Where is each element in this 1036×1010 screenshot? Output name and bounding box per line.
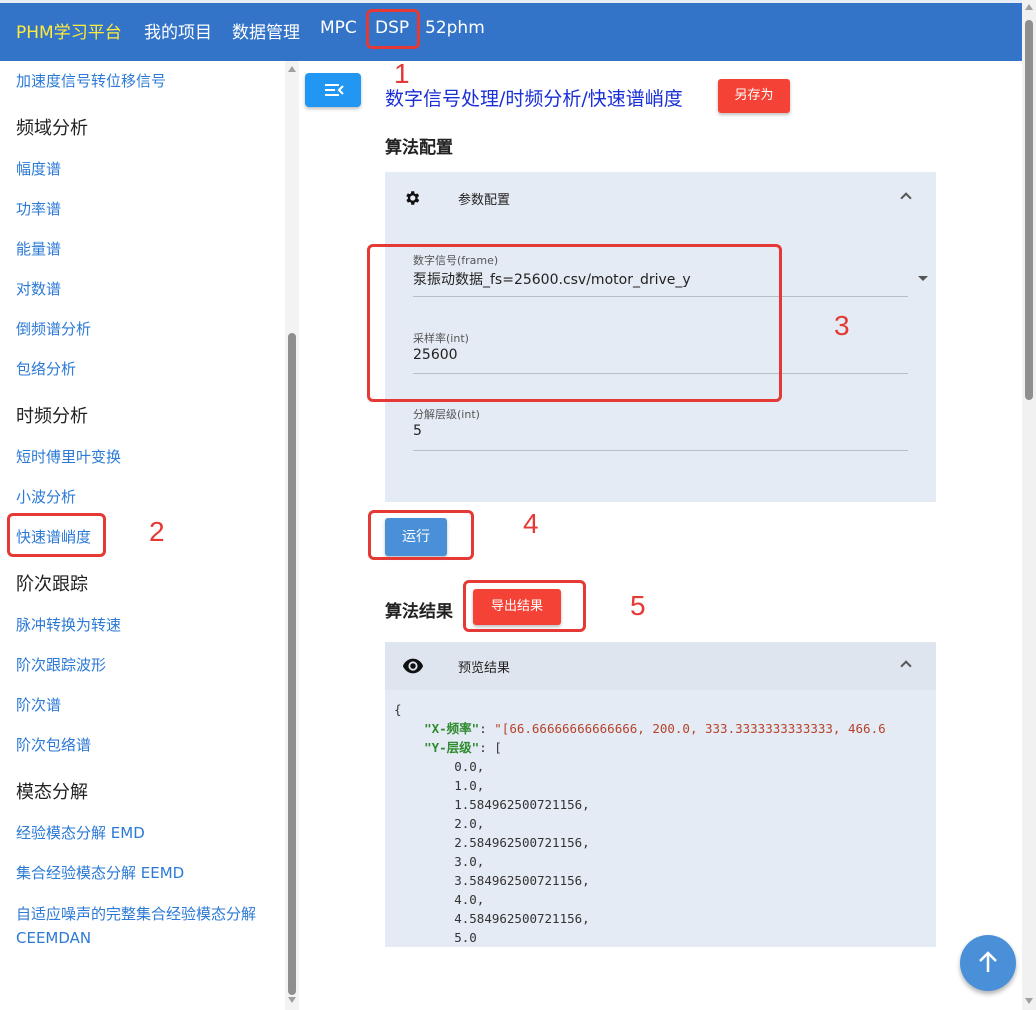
sidebar-item-order-waveform[interactable]: 阶次跟踪波形: [16, 654, 106, 675]
sidebar-item-eemd[interactable]: 集合经验模态分解 EEMD: [16, 862, 184, 883]
algorithm-result-title: 算法结果: [385, 602, 453, 622]
arrow-up-icon: [979, 951, 997, 972]
nav-data-management[interactable]: 数据管理: [232, 18, 300, 43]
sidebar-item-cepstrum[interactable]: 倒频谱分析: [16, 318, 91, 339]
dropdown-caret-icon[interactable]: [918, 276, 928, 281]
nav-my-projects[interactable]: 我的项目: [144, 18, 212, 43]
json-y-value: 0.0,: [454, 759, 485, 774]
scroll-up-arrow-icon[interactable]: [1025, 4, 1033, 10]
json-x-key: "X-频率": [424, 721, 480, 736]
sidebar-item-accel-to-disp[interactable]: 加速度信号转位移信号: [16, 70, 166, 91]
json-y-value: 5.0: [454, 930, 477, 945]
gear-icon: [406, 191, 420, 205]
sidebar-item-stft[interactable]: 短时傅里叶变换: [16, 446, 121, 467]
sidebar-item-log-spectrum[interactable]: 对数谱: [16, 278, 61, 299]
sidebar-scrollbar-thumb[interactable]: [288, 333, 296, 995]
brand-logo-text[interactable]: PHM学习平台: [16, 18, 122, 43]
sidebar-item-energy-spectrum[interactable]: 能量谱: [16, 238, 61, 259]
decomp-level-value: 5: [413, 423, 422, 439]
sidebar-item-envelope[interactable]: 包络分析: [16, 358, 76, 379]
json-y-value: 2.0,: [454, 816, 485, 831]
sidebar-scroll-down-icon[interactable]: [288, 997, 296, 1003]
sidebar-item-order-envelope[interactable]: 阶次包络谱: [16, 734, 91, 755]
sidebar-group-frequency: 频域分析: [16, 118, 88, 139]
annotation-box-fast-kurtogram: [7, 513, 106, 557]
scroll-down-arrow-icon[interactable]: [1025, 998, 1033, 1004]
annotation-box-run: [368, 510, 474, 560]
sidebar-item-wavelet[interactable]: 小波分析: [16, 486, 76, 507]
sidebar-item-emd[interactable]: 经验模态分解 EMD: [16, 822, 145, 843]
json-preview: { "X-频率": "[66.66666666666666, 200.0, 33…: [394, 702, 886, 945]
chevron-up-icon[interactable]: [900, 660, 912, 672]
sidebar-item-order-spectrum[interactable]: 阶次谱: [16, 694, 61, 715]
preview-result-header[interactable]: 预览结果: [385, 642, 936, 690]
eye-icon: [402, 658, 424, 674]
sidebar-item-ceemdan[interactable]: 自适应噪声的完整集合经验模态分解 CEEMDAN: [16, 902, 271, 950]
sidebar-toggle-button[interactable]: [305, 73, 361, 107]
json-y-value: 3.584962500721156,: [454, 873, 590, 888]
save-as-button[interactable]: 另存为: [718, 79, 790, 113]
nav-52phm[interactable]: 52phm: [425, 18, 485, 38]
algorithm-config-title: 算法配置: [385, 138, 453, 158]
sidebar-group-order-tracking: 阶次跟踪: [16, 574, 88, 595]
json-y-value: 4.584962500721156,: [454, 911, 590, 926]
json-y-value: 4.0,: [454, 892, 485, 907]
annotation-box-export: [463, 580, 586, 632]
nav-mpc[interactable]: MPC: [320, 18, 357, 38]
annotation-box-dsp: [366, 9, 420, 49]
sidebar-item-power-spectrum[interactable]: 功率谱: [16, 198, 61, 219]
top-navbar: PHM学习平台 我的项目 数据管理 MPC DSP 52phm: [0, 0, 1022, 61]
window-scrollbar-thumb[interactable]: [1025, 20, 1033, 400]
menu-collapse-icon: [325, 84, 344, 96]
sidebar-scroll-up-icon[interactable]: [288, 66, 296, 72]
scroll-to-top-button[interactable]: [960, 935, 1016, 991]
json-y-value: 3.0,: [454, 854, 485, 869]
decomp-level-input[interactable]: 分解层级(int) 5: [413, 406, 908, 451]
annotation-number-4: 4: [523, 508, 539, 539]
page-breadcrumb-title: 数字信号处理/时频分析/快速谱峭度: [385, 88, 683, 110]
json-y-key: "Y-层级": [424, 740, 480, 755]
sidebar-item-amplitude-spectrum[interactable]: 幅度谱: [16, 158, 61, 179]
annotation-number-3: 3: [834, 310, 850, 341]
annotation-box-params: [367, 244, 782, 402]
sidebar-group-time-frequency: 时频分析: [16, 406, 88, 427]
preview-result-label: 预览结果: [458, 661, 511, 676]
window-scrollbar[interactable]: [1022, 0, 1036, 1010]
sidebar-group-modal: 模态分解: [16, 782, 88, 803]
chevron-up-icon[interactable]: [900, 192, 912, 204]
annotation-number-2: 2: [149, 516, 165, 547]
annotation-number-5: 5: [630, 590, 646, 621]
sidebar-item-pulse-to-speed[interactable]: 脉冲转换为转速: [16, 614, 121, 635]
json-y-value: 1.0,: [454, 778, 485, 793]
decomp-level-label: 分解层级(int): [413, 408, 480, 421]
annotation-number-1: 1: [394, 58, 410, 89]
json-x-value: "[66.66666666666666, 200.0, 333.33333333…: [494, 721, 886, 736]
json-y-value: 2.584962500721156,: [454, 835, 590, 850]
json-open-brace: {: [394, 702, 402, 717]
sidebar-scrollbar[interactable]: [285, 61, 299, 1010]
param-config-header[interactable]: 参数配置: [385, 172, 936, 224]
preview-result-panel: 预览结果 { "X-频率": "[66.66666666666666, 200.…: [385, 642, 936, 947]
json-y-value: 1.584962500721156,: [454, 797, 590, 812]
param-config-label: 参数配置: [458, 193, 511, 208]
